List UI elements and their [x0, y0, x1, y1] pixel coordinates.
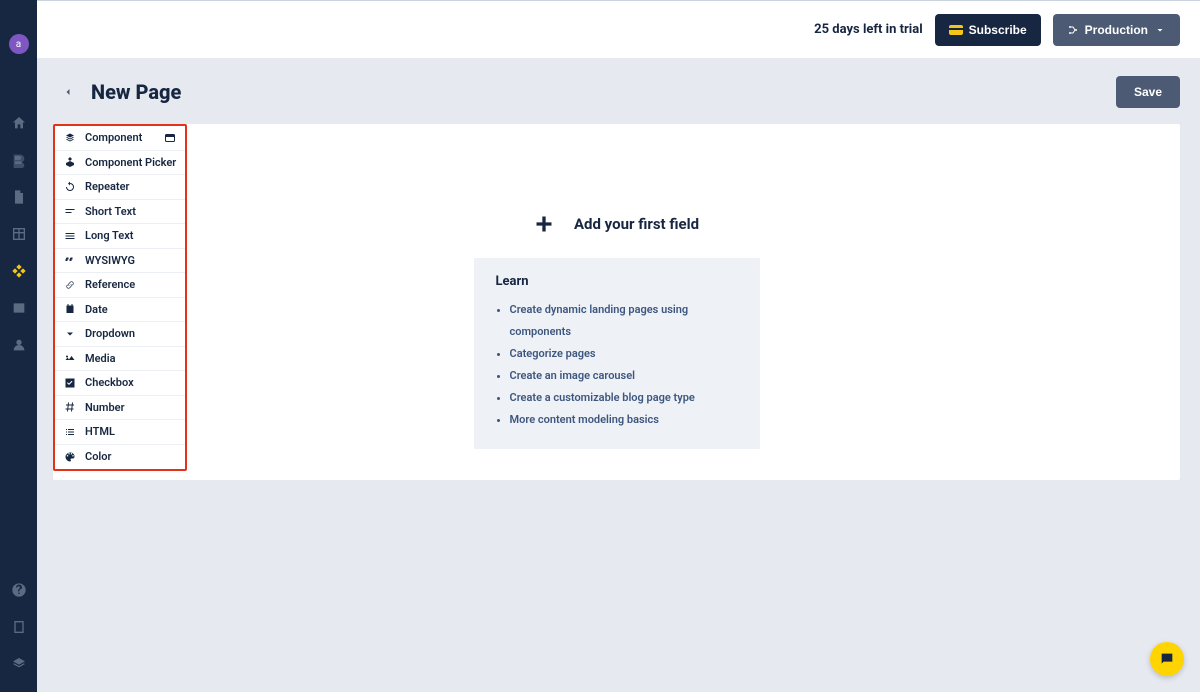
nav-stack[interactable]: [0, 645, 37, 682]
field-type-component-picker[interactable]: Component Picker: [55, 151, 185, 176]
field-type-media[interactable]: Media: [55, 347, 185, 372]
learn-link-text[interactable]: Create dynamic landing pages using compo…: [510, 303, 689, 338]
field-type-label: Media: [85, 352, 116, 365]
calendar-icon: [63, 303, 77, 315]
window-icon: [163, 132, 177, 144]
nav-blog[interactable]: [0, 141, 37, 178]
back-button[interactable]: [53, 77, 83, 107]
learn-link: Create a customizable blog page type: [510, 387, 738, 409]
field-type-label: Number: [85, 401, 125, 414]
learn-link: More content modeling basics: [510, 409, 738, 431]
learn-list: Create dynamic landing pages using compo…: [496, 299, 738, 431]
chat-fab[interactable]: [1150, 642, 1184, 676]
field-type-label: Short Text: [85, 205, 136, 218]
learn-link: Categorize pages: [510, 343, 738, 365]
field-type-repeater[interactable]: Repeater: [55, 175, 185, 200]
learn-link: Create an image carousel: [510, 365, 738, 387]
field-type-checkbox[interactable]: Checkbox: [55, 371, 185, 396]
palette-icon: [63, 451, 77, 463]
field-type-label: Reference: [85, 278, 135, 291]
nav-pages[interactable]: [0, 178, 37, 215]
field-type-label: HTML: [85, 425, 115, 438]
field-type-label: Long Text: [85, 229, 133, 242]
left-sidebar: a: [0, 0, 37, 692]
learn-link-text[interactable]: Create a customizable blog page type: [510, 391, 695, 404]
learn-link-text[interactable]: Create an image carousel: [510, 369, 636, 382]
save-button[interactable]: Save: [1116, 76, 1180, 108]
picker-icon: [63, 156, 77, 168]
nav-docs[interactable]: [0, 608, 37, 645]
trial-text: 25 days left in trial: [814, 22, 922, 37]
field-type-wysiwyg[interactable]: WYSIWYG: [55, 249, 185, 274]
field-type-color[interactable]: Color: [55, 445, 185, 470]
field-type-label: Checkbox: [85, 376, 134, 389]
production-dropdown[interactable]: Production: [1053, 14, 1180, 46]
credit-card-icon: [949, 25, 963, 35]
chat-icon: [1159, 651, 1175, 667]
subscribe-button[interactable]: Subscribe: [935, 14, 1041, 46]
subscribe-label: Subscribe: [969, 23, 1027, 37]
nav-home[interactable]: [0, 104, 37, 141]
repeat-icon: [63, 181, 77, 193]
field-type-short-text[interactable]: Short Text: [55, 200, 185, 225]
field-type-label: Color: [85, 450, 111, 463]
main-area: 25 days left in trial Subscribe Producti…: [37, 0, 1200, 692]
learn-box: Learn Create dynamic landing pages using…: [474, 258, 760, 449]
field-type-component[interactable]: Component: [55, 126, 185, 151]
add-first-label: Add your first field: [574, 215, 699, 233]
chevron-down-icon: [1154, 24, 1166, 36]
nav-components[interactable]: [0, 252, 37, 289]
center-area: Add your first field Learn Create dynami…: [352, 214, 882, 449]
page-title: New Page: [91, 80, 181, 104]
field-type-number[interactable]: Number: [55, 396, 185, 421]
page-header: New Page Save: [37, 68, 1200, 116]
avatar[interactable]: a: [9, 34, 29, 54]
learn-link: Create dynamic landing pages using compo…: [510, 299, 738, 343]
field-type-label: Component Picker: [85, 156, 176, 169]
field-type-long-text[interactable]: Long Text: [55, 224, 185, 249]
nav-users[interactable]: [0, 326, 37, 363]
learn-link-text[interactable]: Categorize pages: [510, 347, 596, 360]
topbar: 25 days left in trial Subscribe Producti…: [37, 0, 1200, 58]
field-type-reference[interactable]: Reference: [55, 273, 185, 298]
learn-title: Learn: [496, 274, 738, 289]
short-text-icon: [63, 205, 77, 217]
field-type-label: WYSIWYG: [85, 254, 135, 267]
nav-tables[interactable]: [0, 215, 37, 252]
nav-media[interactable]: [0, 289, 37, 326]
field-type-html[interactable]: HTML: [55, 420, 185, 445]
nodes-icon: [1067, 24, 1079, 36]
field-type-label: Date: [85, 303, 108, 316]
list-icon: [63, 426, 77, 438]
long-text-icon: [63, 230, 77, 242]
field-type-panel: Component Component Picker Repeater Short T…: [53, 124, 187, 471]
quotes-icon: [63, 254, 77, 266]
field-type-date[interactable]: Date: [55, 298, 185, 323]
field-type-label: Repeater: [85, 180, 130, 193]
add-first-field[interactable]: Add your first field: [352, 214, 882, 234]
layers-icon: [63, 132, 77, 144]
hash-icon: [63, 401, 77, 413]
image-icon: [63, 352, 77, 364]
field-type-dropdown[interactable]: Dropdown: [55, 322, 185, 347]
canvas: Component Component Picker Repeater Short T…: [53, 124, 1180, 480]
production-label: Production: [1085, 23, 1148, 37]
check-icon: [63, 377, 77, 389]
plus-icon: [534, 214, 554, 234]
field-type-label: Dropdown: [85, 327, 135, 340]
field-type-label: Component: [85, 131, 142, 144]
nav-help[interactable]: [0, 571, 37, 608]
chev-down-icon: [63, 328, 77, 340]
link-icon: [63, 279, 77, 291]
learn-link-text[interactable]: More content modeling basics: [510, 413, 659, 426]
